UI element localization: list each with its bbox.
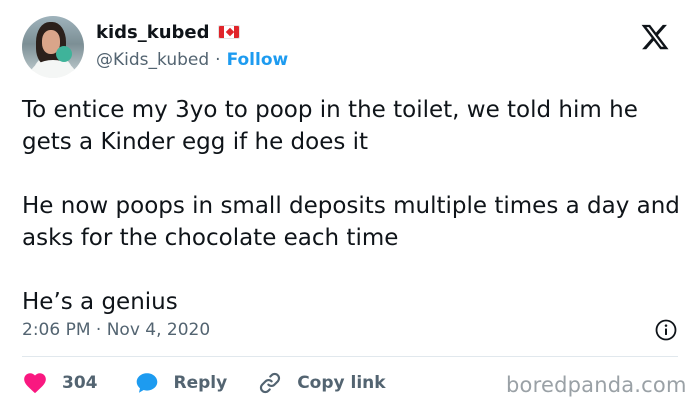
meta-row: 2:06 PM · Nov 4, 2020 — [22, 316, 678, 344]
tweet-paragraph: He now poops in small deposits multiple … — [22, 193, 680, 251]
like-button[interactable]: 304 — [22, 370, 98, 396]
avatar[interactable] — [22, 16, 84, 78]
divider — [22, 356, 678, 357]
user-handle[interactable]: @Kids_kubed — [96, 50, 209, 70]
display-name[interactable]: kids_kubed — [96, 22, 210, 43]
tweet-text: To entice my 3yo to poop in the toilet, … — [22, 94, 682, 318]
like-count: 304 — [62, 373, 98, 393]
separator-dot: · — [215, 50, 221, 70]
watermark: boredpanda.com — [506, 373, 687, 397]
user-block: kids_kubed @Kids_kubed · Follow — [96, 20, 288, 72]
action-bar: 304 Reply Copy link — [22, 368, 386, 398]
link-icon — [260, 372, 281, 394]
info-icon[interactable] — [654, 318, 678, 342]
reply-bubble-icon — [136, 373, 157, 393]
copy-link-label: Copy link — [297, 373, 386, 393]
tweet-card: kids_kubed @Kids_kubed · Follow To entic… — [0, 0, 700, 410]
tweet-paragraph: He’s a genius — [22, 289, 178, 315]
canada-flag-icon — [217, 25, 240, 39]
reply-button[interactable]: Reply — [134, 370, 228, 396]
copy-link-button[interactable]: Copy link — [257, 370, 386, 396]
tweet-paragraph: To entice my 3yo to poop in the toilet, … — [22, 97, 638, 155]
heart-icon — [24, 373, 46, 394]
handle-row: @Kids_kubed · Follow — [96, 48, 288, 72]
name-row: kids_kubed — [96, 20, 288, 44]
x-logo-icon[interactable] — [640, 22, 670, 52]
avatar-badge — [56, 46, 72, 62]
timestamp[interactable]: 2:06 PM · Nov 4, 2020 — [22, 320, 210, 340]
follow-button[interactable]: Follow — [227, 50, 289, 70]
reply-label: Reply — [173, 373, 228, 393]
avatar-shirt — [30, 60, 76, 78]
